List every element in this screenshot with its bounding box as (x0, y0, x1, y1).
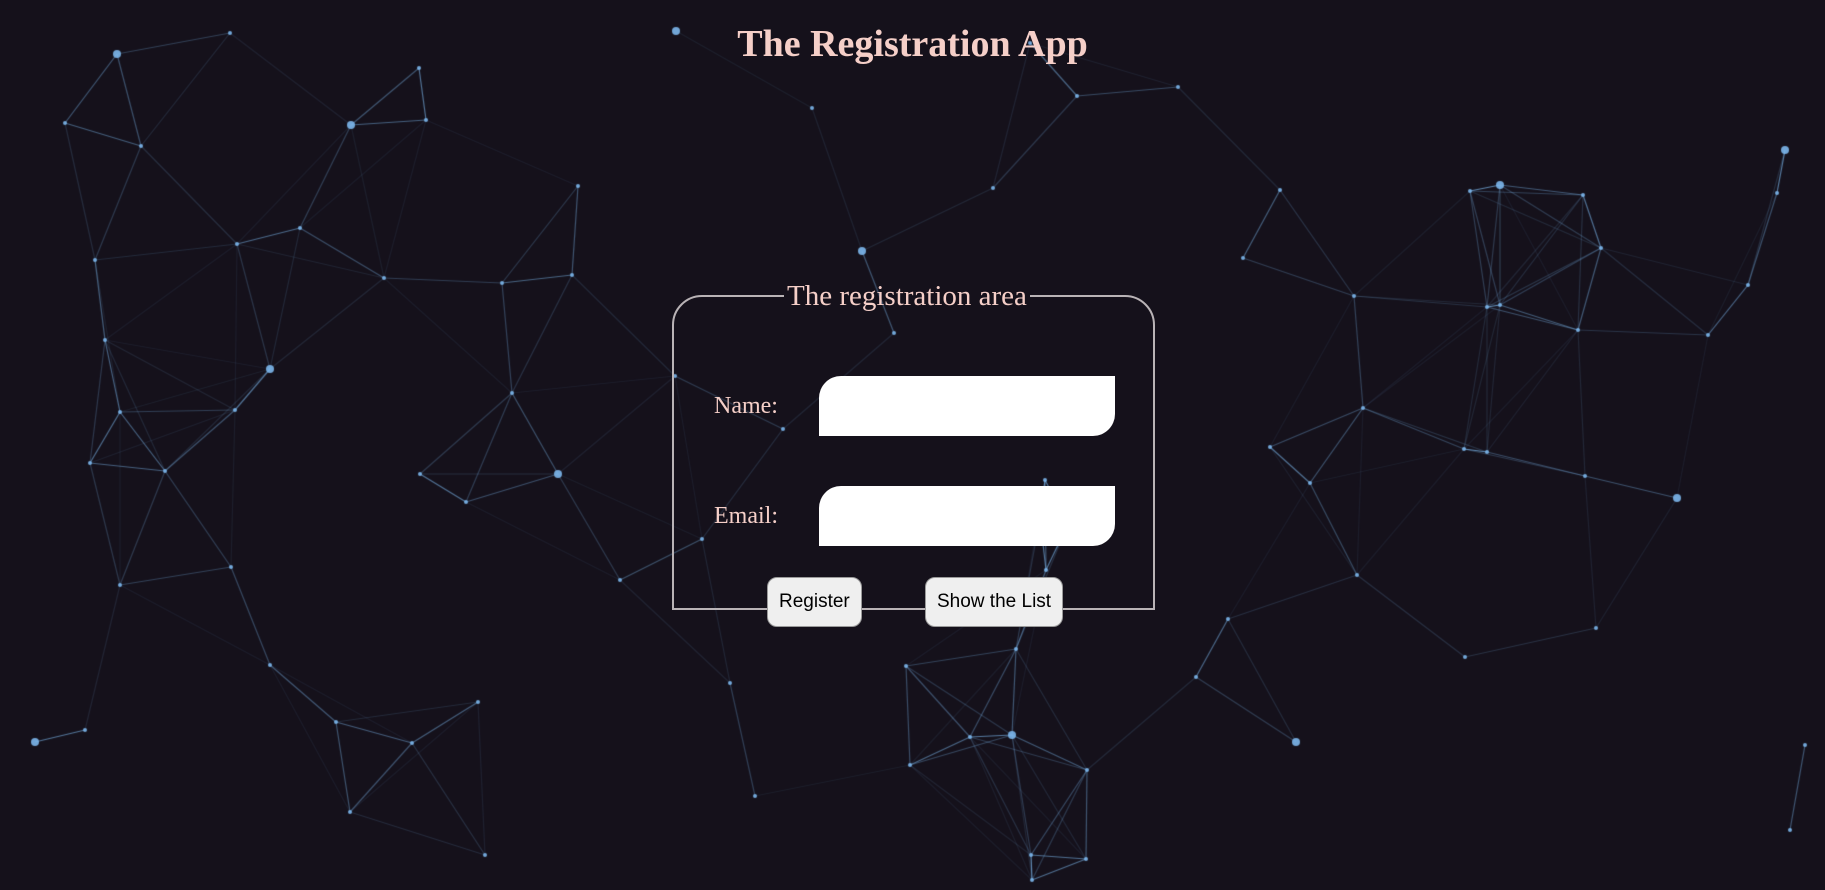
show-list-button[interactable]: Show the List (925, 577, 1064, 627)
email-label: Email: (714, 503, 778, 529)
name-input[interactable] (819, 376, 1115, 436)
name-label: Name: (714, 393, 778, 419)
register-button[interactable]: Register (767, 577, 862, 627)
page-title: The Registration App (737, 23, 1088, 65)
email-input[interactable] (819, 486, 1115, 546)
registration-area: The registration area Name: Email: Regis… (672, 279, 1155, 627)
registration-area-legend: The registration area (787, 280, 1027, 312)
